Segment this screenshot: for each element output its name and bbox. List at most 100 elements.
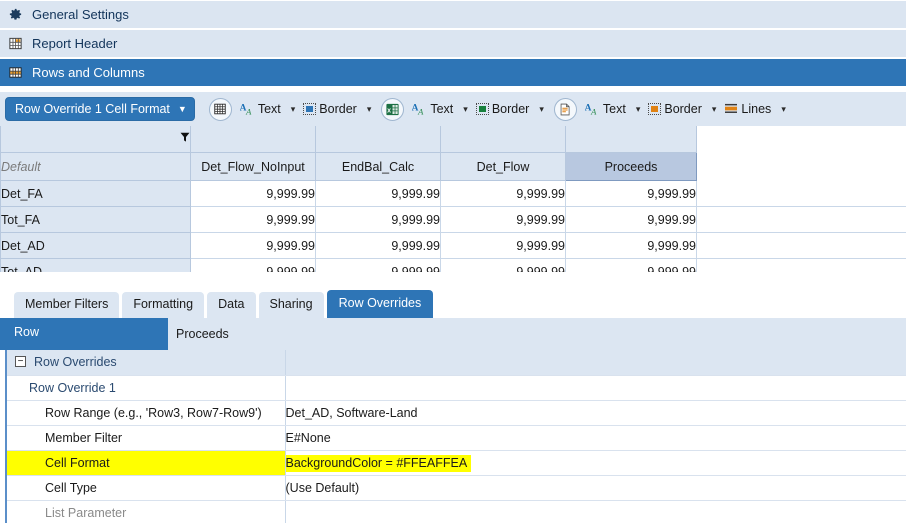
property-name-cell[interactable]: Row Range (e.g., 'Row3, Row7-Row9'): [7, 400, 286, 426]
toolbar-lines-button[interactable]: Lines: [724, 102, 771, 116]
collapse-expander-icon[interactable]: −: [15, 356, 26, 368]
chevron-down-icon[interactable]: ▾: [636, 104, 641, 115]
property-name-cell[interactable]: − Row Overrides: [7, 350, 286, 376]
property-row[interactable]: Member Filter E#None: [7, 425, 906, 451]
grid-data-row[interactable]: Det_FA 9,999.99 9,999.99 9,999.99 9,999.99: [0, 180, 906, 207]
grid-cell[interactable]: 9,999.99: [315, 206, 441, 233]
grid-scope-icon[interactable]: [208, 97, 232, 121]
grid-data-row[interactable]: Tot_FA 9,999.99 9,999.99 9,999.99 9,999.99: [0, 206, 906, 233]
property-value-cell[interactable]: E#None: [285, 425, 906, 451]
section-strip-report-header[interactable]: Report Header: [0, 30, 906, 58]
property-row[interactable]: Cell Format BackgroundColor = #FFEAFFEA: [7, 450, 906, 476]
property-value-cell[interactable]: (Use Default): [285, 475, 906, 501]
property-name-cell[interactable]: Row Override 1: [7, 375, 286, 401]
property-name-label: Member Filter: [45, 430, 123, 445]
tab-member-filters[interactable]: Member Filters: [14, 292, 120, 318]
toolbar-item-label: Border: [319, 102, 357, 116]
section-strip-rows-and-columns[interactable]: Rows and Columns: [0, 59, 906, 87]
property-name-label: Row Overrides: [34, 355, 117, 370]
grid-filter-cell[interactable]: [315, 126, 441, 153]
grid-filter-cell[interactable]: [440, 126, 566, 153]
property-name-cell[interactable]: List Parameter: [7, 500, 286, 523]
grid-cell[interactable]: 9,999.99: [315, 258, 441, 272]
property-value-cell[interactable]: [285, 350, 906, 376]
property-name-cell[interactable]: Member Filter: [7, 425, 286, 451]
grid-column-header[interactable]: EndBal_Calc: [315, 152, 441, 181]
scope-selector-dropdown[interactable]: Row Override 1 Cell Format ▼: [5, 97, 195, 121]
grid-cell[interactable]: 9,999.99: [315, 232, 441, 259]
grid-cell[interactable]: 9,999.99: [440, 206, 566, 233]
grid-column-header[interactable]: Det_Flow_NoInput: [190, 152, 316, 181]
toolbar-groups: A A Text ▾ Border ▾ x A A Text ▾ Border ▾ A A Text ▾ Bord…: [207, 97, 794, 121]
grid-cell[interactable]: 9,999.99: [440, 232, 566, 259]
grid-cell[interactable]: 9,999.99: [565, 206, 697, 233]
excel-scope-icon[interactable]: x: [381, 97, 405, 121]
toolbar-text-button[interactable]: A A Text: [585, 102, 626, 117]
chevron-down-icon[interactable]: ▾: [539, 104, 544, 115]
property-name-cell[interactable]: Cell Type: [7, 475, 286, 501]
property-row[interactable]: Cell Type (Use Default): [7, 475, 906, 501]
property-value-cell[interactable]: [285, 375, 906, 401]
lines-icon: [724, 103, 738, 115]
grid-cell[interactable]: 9,999.99: [190, 258, 316, 272]
grid-column-header[interactable]: Det_Flow: [440, 152, 566, 181]
chevron-down-icon[interactable]: ▾: [291, 104, 296, 115]
property-value-label: BackgroundColor = #FFEAFFEA: [285, 454, 472, 472]
gear-icon: [8, 7, 23, 22]
row-overrides-property-grid[interactable]: − Row Overrides Row Override 1 Row Range (e…: [0, 350, 906, 523]
grid-row-label[interactable]: Det_AD: [0, 232, 191, 259]
grid-row-label[interactable]: Tot_FA: [0, 206, 191, 233]
grid-cell[interactable]: 9,999.99: [315, 180, 441, 207]
text-format-icon: AA: [412, 102, 427, 117]
grid-data-row[interactable]: Tot_AD 9,999.99 9,999.99 9,999.99 9,999.99: [0, 258, 906, 272]
grid-filter-button[interactable]: [0, 126, 191, 153]
grid-cell[interactable]: 9,999.99: [565, 180, 697, 207]
grid-filter-cell[interactable]: [565, 126, 697, 153]
grid-cell[interactable]: 9,999.99: [565, 258, 697, 272]
grid-cell[interactable]: 9,999.99: [440, 258, 566, 272]
toolbar-border-button[interactable]: Border: [648, 102, 702, 116]
chevron-down-icon[interactable]: ▾: [712, 104, 717, 115]
rows-columns-icon: [8, 65, 23, 80]
grid-filter-blank: [696, 126, 906, 153]
property-row[interactable]: − Row Overrides: [7, 350, 906, 376]
chevron-down-icon[interactable]: ▾: [463, 104, 468, 115]
grid-filter-cell[interactable]: [190, 126, 316, 153]
toolbar-border-button[interactable]: Border: [475, 102, 529, 116]
grid-row-label[interactable]: Tot_AD: [0, 258, 191, 272]
document-scope-icon[interactable]: [553, 97, 577, 121]
grid-cell[interactable]: 9,999.99: [440, 180, 566, 207]
grid-clip: Default Det_Flow_NoInput EndBal_Calc Det_Fl…: [0, 126, 906, 272]
property-value-cell[interactable]: [285, 500, 906, 523]
grid-cell[interactable]: 9,999.99: [565, 232, 697, 259]
chevron-down-icon[interactable]: ▾: [367, 104, 372, 115]
tab-formatting[interactable]: Formatting: [122, 292, 205, 318]
section-strip-general-settings[interactable]: General Settings: [0, 1, 906, 29]
row-field-value[interactable]: Proceeds: [168, 318, 906, 350]
tab-data[interactable]: Data: [207, 292, 256, 318]
toolbar-text-button[interactable]: A A Text: [412, 102, 453, 117]
toolbar-border-button[interactable]: Border: [303, 102, 357, 116]
property-name-cell[interactable]: Cell Format: [7, 450, 286, 476]
grid-cell[interactable]: 9,999.99: [190, 232, 316, 259]
chevron-down-icon[interactable]: ▾: [781, 104, 786, 115]
toolbar-item-label: Text: [257, 102, 281, 116]
grid-data-row[interactable]: Det_AD 9,999.99 9,999.99 9,999.99 9,999.99: [0, 232, 906, 259]
property-row[interactable]: List Parameter: [7, 500, 906, 523]
tab-row-overrides[interactable]: Row Overrides: [326, 290, 434, 318]
grid-column-header[interactable]: Proceeds: [565, 152, 697, 181]
property-row[interactable]: Row Range (e.g., 'Row3, Row7-Row9') Det_A…: [7, 400, 906, 426]
grid-row-label[interactable]: Det_FA: [0, 180, 191, 207]
grid-cell[interactable]: 9,999.99: [190, 180, 316, 207]
property-value-cell[interactable]: Det_AD, Software-Land: [285, 400, 906, 426]
tab-sharing[interactable]: Sharing: [258, 292, 324, 318]
grid-cell[interactable]: 9,999.99: [190, 206, 316, 233]
properties-tab-bar: Member Filters Formatting Data Sharing Row O…: [0, 284, 906, 318]
tab-list: Member Filters Formatting Data Sharing Row O…: [14, 290, 436, 318]
text-format-icon: AA: [585, 102, 600, 117]
text-format-icon: AA: [240, 102, 255, 117]
report-preview-grid[interactable]: Default Det_Flow_NoInput EndBal_Calc Det_Fl…: [0, 126, 906, 278]
property-value-cell[interactable]: BackgroundColor = #FFEAFFEA: [285, 450, 906, 476]
toolbar-text-button[interactable]: A A Text: [240, 102, 281, 117]
property-row[interactable]: Row Override 1: [7, 375, 906, 401]
